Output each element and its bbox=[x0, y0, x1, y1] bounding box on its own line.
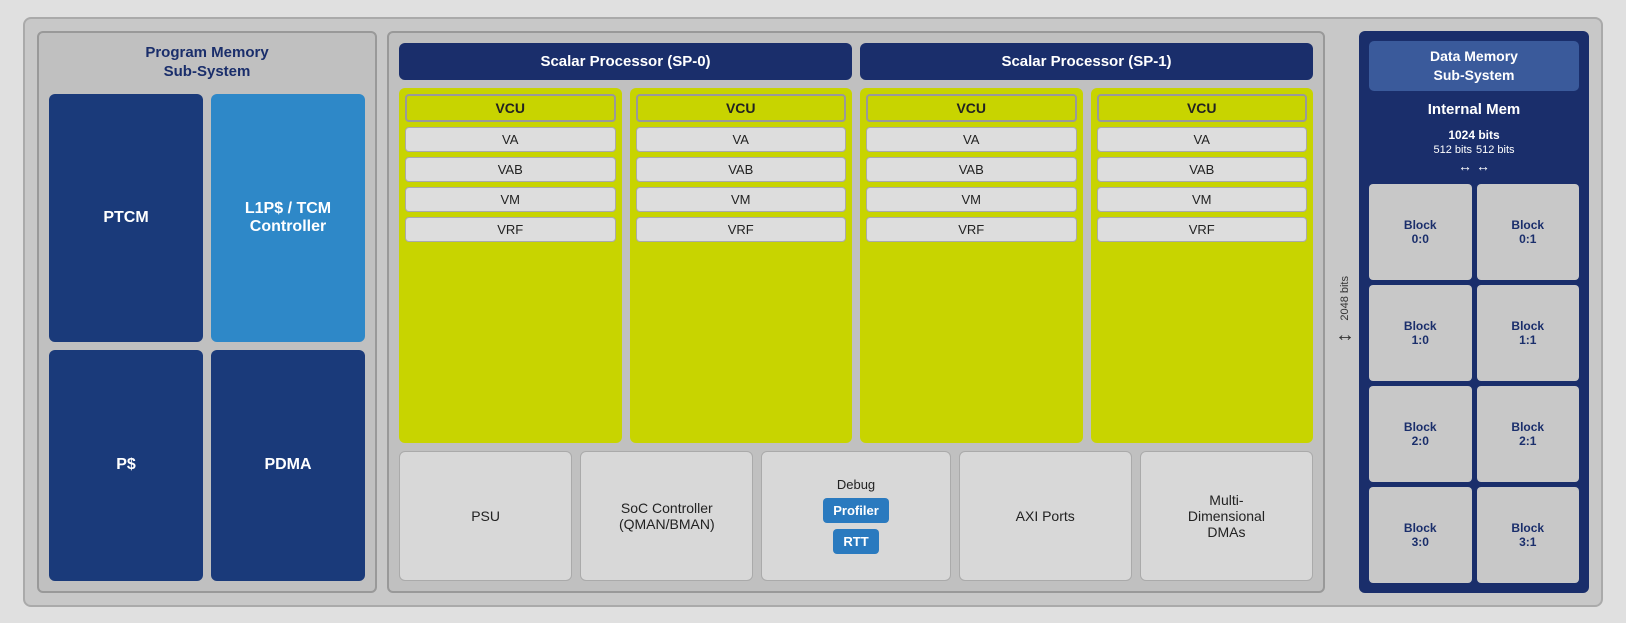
bits-2048-label-row: 2048 bits bbox=[1339, 276, 1351, 321]
vcu3-va: VA bbox=[1097, 127, 1308, 152]
right-section-title-box: Data Memory Sub-System bbox=[1369, 41, 1579, 91]
vcu0-va: VA bbox=[405, 127, 616, 152]
mem-block-3-0: Block 3:0 bbox=[1369, 487, 1472, 583]
pdma-block: PDMA bbox=[211, 350, 365, 581]
bits-512-right-label: 512 bits bbox=[1476, 144, 1515, 156]
center-panel: Scalar Processor (SP-0) Scalar Processor… bbox=[387, 31, 1325, 593]
debug-block: Debug Profiler RTT bbox=[761, 451, 950, 581]
bits-512-left-label: 512 bits bbox=[1433, 144, 1472, 156]
mem-block-2-1: Block 2:1 bbox=[1477, 386, 1580, 482]
vcu-group-2: VCU VA VAB VM VRF bbox=[860, 88, 1083, 443]
vcu3-label: VCU bbox=[1097, 94, 1308, 122]
internal-mem-label: Internal Mem bbox=[1369, 97, 1579, 122]
vcu0-label: VCU bbox=[405, 94, 616, 122]
sp1-block: Scalar Processor (SP-1) bbox=[860, 43, 1313, 80]
bottom-row: PSU SoC Controller (QMAN/BMAN) Debug Pro… bbox=[399, 451, 1313, 581]
ps-block: P$ bbox=[49, 350, 203, 581]
vcu0-vab: VAB bbox=[405, 157, 616, 182]
l1p-tcm-block: L1P$ / TCM Controller bbox=[211, 94, 365, 343]
vcu-area: VCU VA VAB VM VRF VCU VA VAB VM VRF VCU … bbox=[399, 88, 1313, 443]
sp-row: Scalar Processor (SP-0) Scalar Processor… bbox=[399, 43, 1313, 80]
left-panel: Program Memory Sub-System PTCM L1P$ / TC… bbox=[37, 31, 377, 593]
vcu2-vrf: VRF bbox=[866, 217, 1077, 242]
right-area: 2048 bits ↔ Data Memory Sub-System Inter… bbox=[1335, 31, 1589, 593]
vcu2-va: VA bbox=[866, 127, 1077, 152]
mem-block-3-1: Block 3:1 bbox=[1477, 487, 1580, 583]
right-panel: Data Memory Sub-System Internal Mem 1024… bbox=[1359, 31, 1589, 593]
vcu1-vm: VM bbox=[636, 187, 847, 212]
arrow-2048: ↔ bbox=[1335, 324, 1355, 347]
vcu2-vm: VM bbox=[866, 187, 1077, 212]
bits-annotation: 1024 bits 512 bits 512 bits ↔ ↔ bbox=[1369, 128, 1579, 174]
bits-2048-area: 2048 bits ↔ bbox=[1335, 31, 1355, 593]
vcu1-va: VA bbox=[636, 127, 847, 152]
right-section-title: Data Memory Sub-System bbox=[1430, 48, 1518, 83]
left-panel-title: Program Memory Sub-System bbox=[49, 43, 365, 82]
mem-grid: Block 0:0 Block 0:1 Block 1:0 Block 1:1 … bbox=[1369, 184, 1579, 583]
axi-block: AXI Ports bbox=[959, 451, 1132, 581]
mem-block-1-1: Block 1:1 bbox=[1477, 285, 1580, 381]
vcu3-vab: VAB bbox=[1097, 157, 1308, 182]
vcu0-vrf: VRF bbox=[405, 217, 616, 242]
mem-block-1-0: Block 1:0 bbox=[1369, 285, 1472, 381]
ptcm-block: PTCM bbox=[49, 94, 203, 343]
vcu0-vm: VM bbox=[405, 187, 616, 212]
vcu1-vab: VAB bbox=[636, 157, 847, 182]
vcu3-vrf: VRF bbox=[1097, 217, 1308, 242]
debug-title: Debug bbox=[837, 477, 875, 492]
arrows-512: ↔ ↔ bbox=[1458, 158, 1490, 174]
vcu-group-1: VCU VA VAB VM VRF bbox=[630, 88, 853, 443]
psu-block: PSU bbox=[399, 451, 572, 581]
bits-1024-label: 1024 bits bbox=[1448, 128, 1499, 142]
vcu1-vrf: VRF bbox=[636, 217, 847, 242]
vcu1-label: VCU bbox=[636, 94, 847, 122]
left-grid: PTCM L1P$ / TCM Controller P$ PDMA bbox=[49, 94, 365, 581]
vcu3-vm: VM bbox=[1097, 187, 1308, 212]
dma-block: Multi- Dimensional DMAs bbox=[1140, 451, 1313, 581]
vcu-group-3: VCU VA VAB VM VRF bbox=[1091, 88, 1314, 443]
vcu2-vab: VAB bbox=[866, 157, 1077, 182]
rtt-button[interactable]: RTT bbox=[833, 529, 878, 554]
soc-block: SoC Controller (QMAN/BMAN) bbox=[580, 451, 753, 581]
main-container: Program Memory Sub-System PTCM L1P$ / TC… bbox=[23, 17, 1603, 607]
bits-512-row: 512 bits 512 bits bbox=[1433, 144, 1514, 156]
bits-2048-label: 2048 bits bbox=[1339, 276, 1351, 321]
vcu-group-0: VCU VA VAB VM VRF bbox=[399, 88, 622, 443]
mem-block-0-1: Block 0:1 bbox=[1477, 184, 1580, 280]
profiler-button[interactable]: Profiler bbox=[823, 498, 889, 523]
mem-block-0-0: Block 0:0 bbox=[1369, 184, 1472, 280]
sp0-block: Scalar Processor (SP-0) bbox=[399, 43, 852, 80]
mem-block-2-0: Block 2:0 bbox=[1369, 386, 1472, 482]
vcu2-label: VCU bbox=[866, 94, 1077, 122]
